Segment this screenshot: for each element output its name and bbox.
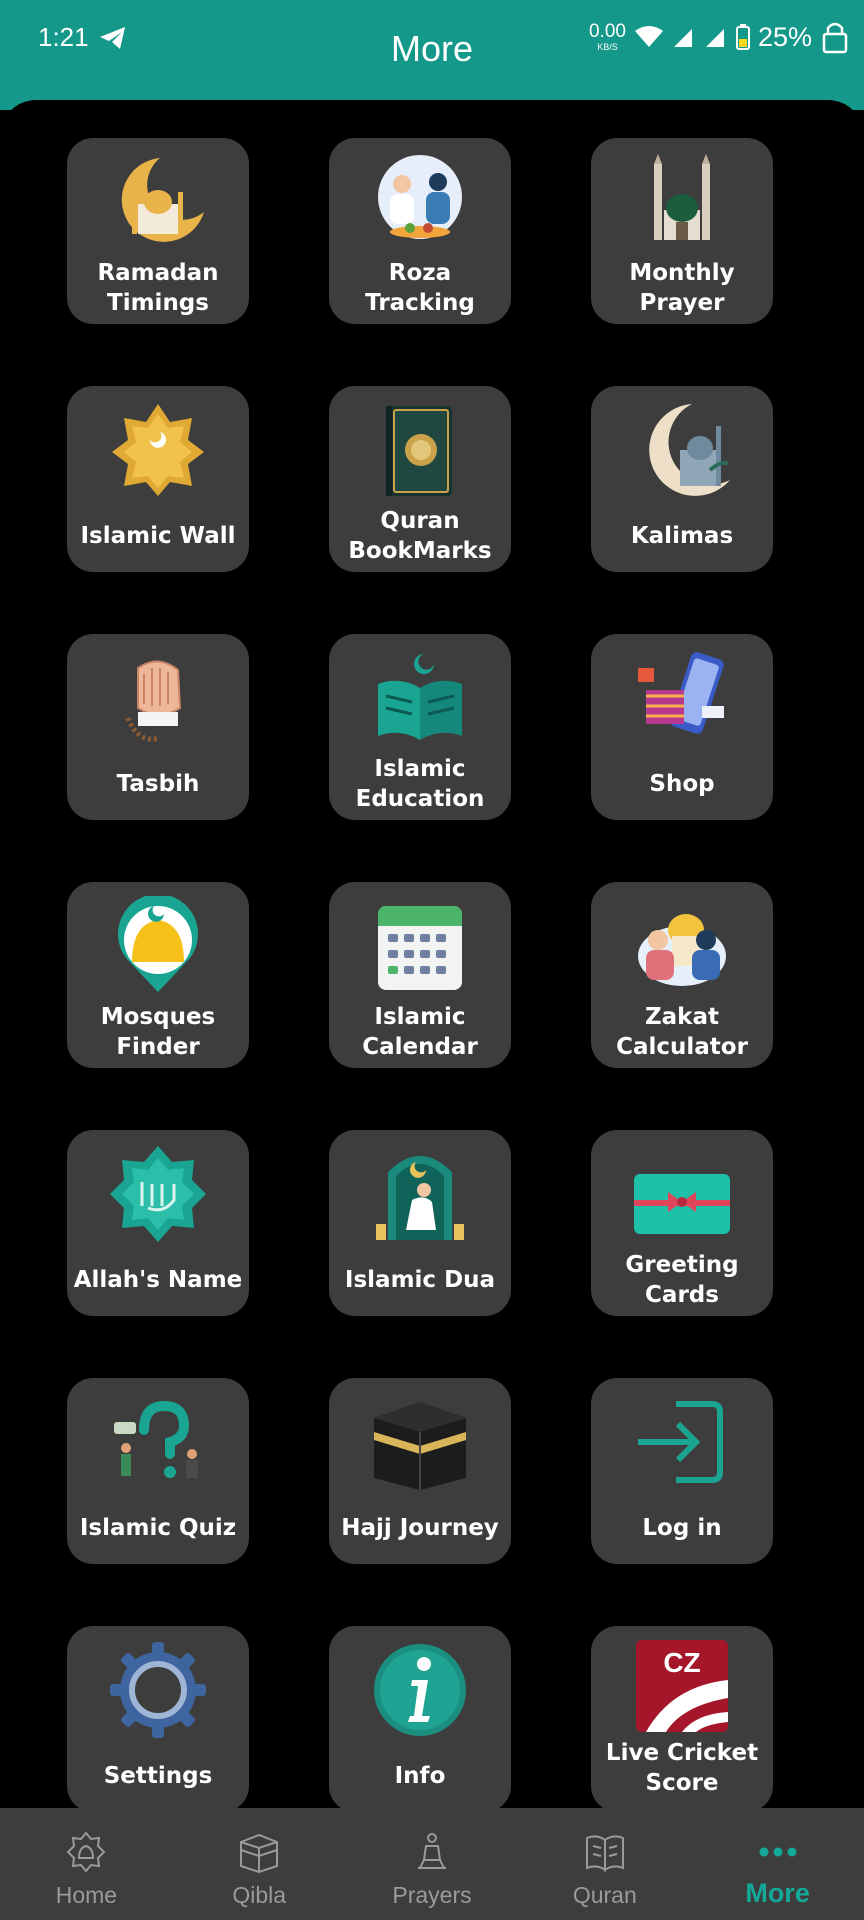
nav-qibla[interactable]: Qibla [173,1808,346,1920]
card-label: Kalimas [630,523,734,549]
card-label: Islamic Wall [80,523,236,549]
quran-book-icon [370,400,470,500]
nav-label: Qibla [232,1882,287,1908]
gift-card-icon [632,1144,732,1244]
man-praying-icon [370,1144,470,1244]
battery-icon [735,24,750,50]
card-label: Islamic Education [355,756,485,812]
cricket-ball-icon: CZ [632,1636,732,1736]
log-in-card[interactable]: Log in [591,1378,773,1564]
gear-icon [108,1640,208,1740]
crescent-moon-mosque-icon [632,400,732,500]
islamic-quiz-card[interactable]: Islamic Quiz [67,1378,249,1564]
info-card[interactable]: Info [329,1626,511,1812]
lock-icon [822,22,848,54]
card-label: Islamic Dua [344,1267,496,1293]
app-header: 1:21 More 0.00 KB/S 25% [0,0,864,110]
login-arrow-icon [632,1392,732,1492]
allahs-name-card[interactable]: Allah's Name [67,1130,249,1316]
islamic-wall-card[interactable]: Islamic Wall [67,386,249,572]
open-book-crescent-icon [370,648,470,748]
kaaba-outline-icon [240,1833,279,1874]
tasbih-card[interactable]: Tasbih [67,634,249,820]
card-label: Ramadan Timings [97,260,219,316]
card-label: Allah's Name [73,1267,243,1293]
kalimas-card[interactable]: Kalimas [591,386,773,572]
roza-tracking-card[interactable]: Roza Tracking [329,138,511,324]
network-speed: 0.00 KB/S [588,21,626,52]
gold-star-mosque-icon [108,400,208,500]
minaret-dome-icon [632,152,732,252]
nav-home[interactable]: Home [0,1808,173,1920]
islamic-dua-card[interactable]: Islamic Dua [329,1130,511,1316]
zakat-calculator-card[interactable]: Zakat Calculator [591,882,773,1068]
quran-outline-icon [585,1835,624,1872]
quran-bookmarks-card[interactable]: Quran BookMarks [329,386,511,572]
info-icon [370,1640,470,1740]
nav-label: Home [55,1882,118,1908]
signal-icon-2 [705,29,724,47]
nav-label: Prayers [392,1882,472,1908]
card-label: Roza Tracking [365,260,475,316]
signal-icon [673,29,692,47]
home-mosque-icon [66,1831,106,1873]
iftar-people-icon [370,152,470,252]
nav-label: More [745,1878,810,1908]
calendar-icon [370,896,470,996]
hajj-journey-card[interactable]: Hajj Journey [329,1378,511,1564]
mosque-location-pin-icon [108,896,208,996]
nav-more[interactable]: More [691,1808,864,1920]
live-cricket-score-card[interactable]: CZ Live Cricket Score [591,1626,773,1812]
card-label: Tasbih [116,771,200,797]
card-label: Quran BookMarks [348,508,492,564]
phone-shopping-icon [632,648,732,748]
card-label: Islamic Quiz [79,1515,237,1541]
islamic-calendar-card[interactable]: Islamic Calendar [329,882,511,1068]
card-label: Monthly Prayer [629,260,735,316]
monthly-prayer-card[interactable]: Monthly Prayer [591,138,773,324]
card-label: Info [394,1763,446,1789]
battery-percent: 25% [757,21,812,52]
card-label: Hajj Journey [341,1515,499,1541]
card-label: Settings [103,1763,213,1789]
islamic-education-card[interactable]: Islamic Education [329,634,511,820]
kaaba-icon [370,1392,470,1492]
settings-card[interactable]: Settings [67,1626,249,1812]
card-label: Zakat Calculator [616,1004,748,1060]
card-label: Live Cricket Score [605,1740,759,1796]
more-dots-icon [759,1847,797,1857]
praying-hands-beads-icon [108,648,208,748]
cricket-badge-text: CZ [663,1647,700,1678]
greeting-cards-card[interactable]: Greeting Cards [591,1130,773,1316]
card-label: Mosques Finder [100,1004,216,1060]
shop-card[interactable]: Shop [591,634,773,820]
ramadan-timings-card[interactable]: Ramadan Timings [67,138,249,324]
prayer-person-icon [417,1833,446,1869]
card-label: Greeting Cards [625,1252,739,1308]
crescent-mosque-icon [108,152,208,252]
nav-prayers[interactable]: Prayers [346,1808,519,1920]
question-mark-people-icon [108,1392,208,1492]
mosques-finder-card[interactable]: Mosques Finder [67,882,249,1068]
status-icons: 0.00 KB/S 25% [589,18,850,56]
card-label: Log in [642,1515,722,1541]
zakat-charity-icon [632,896,732,996]
nav-label: Quran [572,1882,637,1908]
allah-calligraphy-star-icon [108,1144,208,1244]
wifi-icon [634,26,663,47]
card-label: Islamic Calendar [362,1004,478,1060]
card-label: Shop [649,771,715,797]
bottom-navigation: Home Qibla Prayers Quran More [0,1808,864,1920]
feature-grid: Ramadan Timings Roza Tracking Monthly Pr… [0,100,864,1812]
nav-quran[interactable]: Quran [518,1808,691,1920]
